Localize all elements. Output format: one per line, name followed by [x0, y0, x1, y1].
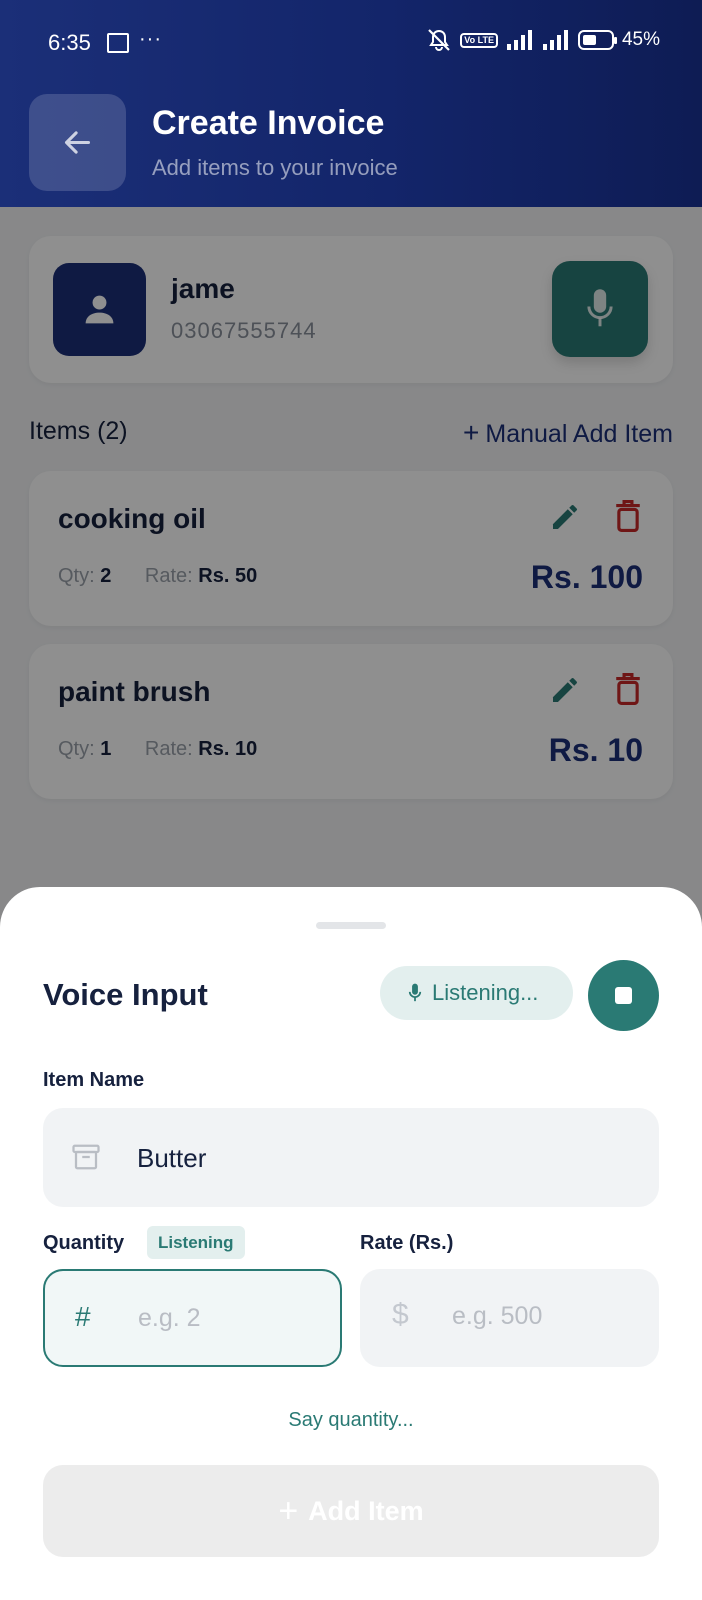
arrow-left-icon — [64, 131, 91, 154]
signal-icon-2 — [542, 30, 568, 50]
add-item-button[interactable]: + Add Item — [43, 1465, 659, 1557]
listening-status-label: Listening... — [432, 980, 539, 1005]
voice-hint: Say quantity... — [288, 1409, 414, 1431]
rate-label: Rate (Rs.) — [360, 1232, 454, 1254]
signal-icon — [506, 30, 532, 50]
app-header: 6:35 ··· Vo LTE 45% Create Invoice Add i… — [0, 0, 702, 207]
add-item-label: Add Item — [308, 1495, 424, 1526]
battery-percent: 45% — [621, 29, 660, 50]
volte-icon: Vo LTE — [460, 32, 498, 48]
status-more: ··· — [139, 28, 162, 50]
quantity-listening-badge: Listening — [147, 1226, 245, 1259]
status-time: 6:35 — [48, 30, 91, 55]
item-name-field[interactable]: Butter — [43, 1108, 659, 1207]
battery-icon — [577, 30, 617, 50]
notification-image-icon — [107, 33, 129, 53]
sheet-title: Voice Input — [43, 977, 208, 1012]
listening-status-badge: Listening... — [380, 966, 573, 1020]
stop-listening-button[interactable] — [588, 960, 659, 1031]
sheet-drag-handle[interactable] — [316, 922, 386, 929]
back-button[interactable] — [29, 94, 126, 191]
rate-placeholder: e.g. 500 — [452, 1302, 543, 1330]
quantity-field[interactable]: # e.g. 2 — [43, 1269, 342, 1367]
item-name-label: Item Name — [43, 1069, 145, 1091]
archive-box-icon — [72, 1144, 100, 1170]
microphone-icon — [408, 983, 422, 1002]
page-subtitle: Add items to your invoice — [152, 155, 398, 180]
plus-icon: + — [278, 1491, 299, 1530]
mute-icon — [428, 29, 451, 51]
voice-input-sheet: Voice Input Listening... Item Name Butte… — [0, 887, 702, 1600]
quantity-label: Quantity — [43, 1232, 125, 1254]
status-icons: Vo LTE 45% — [426, 28, 660, 52]
quantity-placeholder: e.g. 2 — [138, 1304, 201, 1332]
hash-icon: # — [75, 1301, 91, 1332]
status-bar: 6:35 ··· Vo LTE 45% — [0, 28, 702, 58]
dollar-icon: $ — [392, 1298, 409, 1331]
page-title: Create Invoice — [152, 104, 385, 142]
item-name-value: Butter — [137, 1143, 207, 1173]
rate-field[interactable]: $ e.g. 500 — [360, 1269, 659, 1367]
